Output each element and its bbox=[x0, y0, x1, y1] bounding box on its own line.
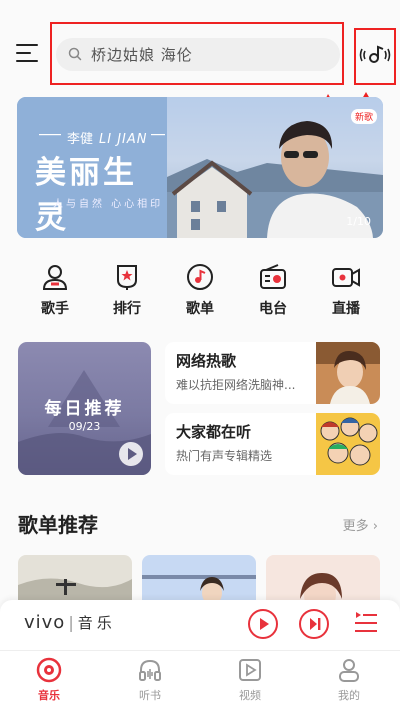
mini-player: vivo | 音乐 bbox=[0, 600, 400, 650]
menu-icon[interactable] bbox=[16, 43, 38, 63]
promo-banner[interactable]: 李健 LI JIAN 美丽生灵 人与自然 心心相印 新歌 1/10 bbox=[17, 97, 383, 238]
popular-listening-card[interactable]: 大家都在听 热门有声专辑精选 bbox=[165, 413, 380, 475]
search-input[interactable]: 桥边姑娘 海伦 bbox=[91, 44, 193, 65]
daily-recommend-date: 09/23 bbox=[68, 420, 101, 433]
search-bar[interactable]: 桥边姑娘 海伦 bbox=[56, 38, 340, 71]
queue-list-icon[interactable] bbox=[352, 609, 380, 637]
search-icon bbox=[68, 47, 82, 61]
banner-artist: 李健 LI JIAN bbox=[67, 132, 148, 147]
playlist-cover[interactable] bbox=[266, 555, 380, 605]
hot-songs-cover bbox=[316, 342, 380, 404]
banner-caption: 人与自然 心心相印 bbox=[53, 199, 164, 210]
tab-audiobooks[interactable]: 听书 bbox=[125, 657, 175, 703]
music-disc-icon bbox=[36, 657, 62, 683]
tab-profile[interactable]: 我的 bbox=[324, 657, 374, 703]
song-recognition-icon[interactable] bbox=[358, 42, 392, 68]
banner-photo: 新歌 1/10 bbox=[167, 97, 383, 238]
nav-item-live[interactable]: 直播 bbox=[314, 258, 378, 320]
hot-songs-card[interactable]: 网络热歌 难以抗拒网络洗脑神... bbox=[165, 342, 380, 404]
category-nav: 歌手 排行 歌单 电台 直播 bbox=[0, 258, 400, 320]
section-title: 歌单推荐 bbox=[18, 513, 98, 537]
more-link[interactable]: 更多 › bbox=[343, 515, 378, 534]
headphones-icon bbox=[139, 659, 161, 681]
popular-listening-subtitle: 热门有声专辑精选 bbox=[176, 449, 273, 463]
hot-songs-title: 网络热歌 bbox=[176, 352, 237, 370]
playlist-icon bbox=[187, 264, 213, 290]
brand-logo: vivo | 音乐 bbox=[24, 612, 116, 633]
top-bar: 桥边姑娘 海伦 bbox=[0, 0, 400, 150]
hot-songs-subtitle: 难以抗拒网络洗脑神... bbox=[176, 378, 296, 392]
banner-title: 美丽生灵 bbox=[35, 155, 137, 236]
nav-item-radio[interactable]: 电台 bbox=[241, 258, 305, 320]
new-song-badge: 新歌 bbox=[350, 109, 377, 124]
banner-text-panel: 李健 LI JIAN 美丽生灵 人与自然 心心相印 bbox=[17, 97, 167, 238]
nav-item-playlist[interactable]: 歌单 bbox=[168, 258, 232, 320]
playlist-cover[interactable] bbox=[18, 555, 132, 605]
radio-icon bbox=[260, 264, 286, 289]
video-icon bbox=[239, 659, 261, 681]
singer-icon bbox=[42, 265, 68, 290]
popular-listening-cover bbox=[316, 413, 380, 475]
next-track-button[interactable] bbox=[298, 608, 330, 640]
tab-music[interactable]: 音乐 bbox=[24, 657, 74, 703]
user-icon bbox=[339, 659, 359, 682]
play-icon[interactable] bbox=[119, 442, 143, 466]
playlist-recommend-header: 歌单推荐 更多 › bbox=[18, 509, 382, 537]
ranking-icon bbox=[117, 265, 137, 290]
daily-recommend-card[interactable]: 每日推荐 09/23 bbox=[18, 342, 151, 475]
nav-item-singer[interactable]: 歌手 bbox=[23, 258, 87, 320]
banner-page-indicator: 1/10 bbox=[346, 215, 371, 228]
play-button[interactable] bbox=[247, 608, 279, 640]
daily-recommend-title: 每日推荐 bbox=[44, 399, 125, 419]
live-icon bbox=[332, 268, 360, 287]
popular-listening-title: 大家都在听 bbox=[176, 423, 252, 441]
playlist-cover[interactable] bbox=[142, 555, 256, 605]
nav-item-ranking[interactable]: 排行 bbox=[95, 258, 159, 320]
bottom-tab-bar: 音乐 听书 视频 我的 bbox=[0, 650, 400, 710]
tab-video[interactable]: 视频 bbox=[225, 657, 275, 703]
